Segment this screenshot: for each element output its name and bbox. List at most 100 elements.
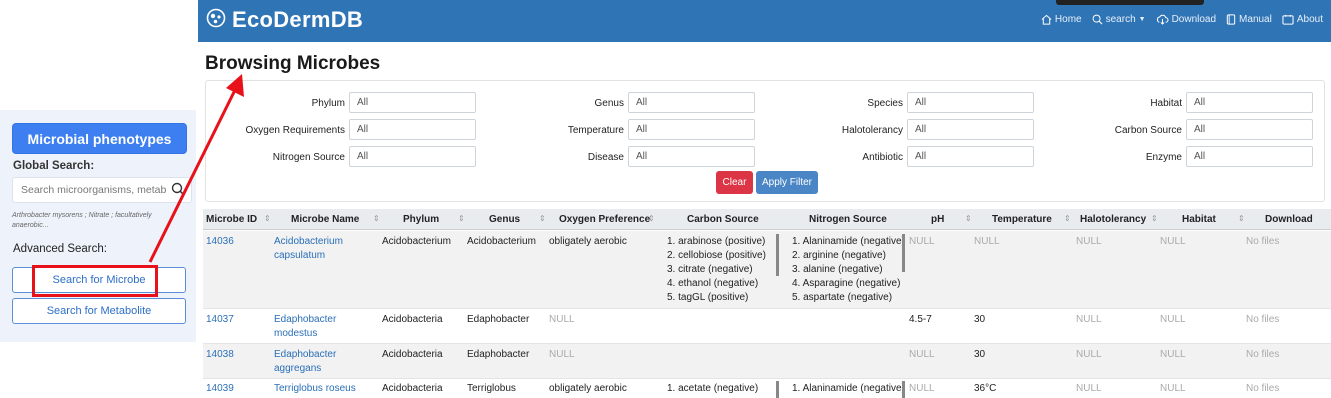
nav-manual[interactable]: Manual — [1226, 14, 1272, 25]
sort-icon[interactable]: ⇕ — [648, 214, 655, 223]
advanced-search-label: Advanced Search: — [13, 243, 107, 255]
cloud-download-icon — [1156, 14, 1169, 25]
habitat-cell: NULL — [1160, 236, 1186, 247]
halotolerancy-cell: NULL — [1076, 383, 1102, 394]
microbe-id-link[interactable]: 14037 — [206, 313, 234, 327]
col-header-nitrogen: Nitrogen Source — [809, 214, 887, 225]
microbe-id-link[interactable]: 14038 — [206, 348, 234, 362]
filter-input-habitat[interactable]: All — [1186, 92, 1313, 113]
list-item: 2. cellobiose (positive) — [667, 250, 766, 261]
filter-input-antibiotic[interactable]: All — [907, 146, 1034, 167]
nav-download[interactable]: Download — [1156, 14, 1216, 25]
filter-input-nitrogen-source[interactable]: All — [349, 146, 476, 167]
filter-label-phylum: Phylum — [311, 98, 345, 109]
col-header-genus[interactable]: Genus — [489, 214, 520, 225]
filter-input-species[interactable]: All — [907, 92, 1034, 113]
microbe-name-line: Acidobacterium — [274, 236, 343, 247]
navbar: EcoDermDB Home search ▼ Download Manual … — [198, 0, 1331, 42]
table-row: 14039 Terriglobus roseus Acidobacteria T… — [203, 379, 1331, 398]
temperature-cell: 30 — [974, 349, 986, 360]
microbe-name-link[interactable]: Edaphobacter aggregans — [274, 348, 336, 376]
sort-icon[interactable]: ⇕ — [458, 214, 465, 223]
list-item: 1. Alaninamide (negative) — [792, 236, 905, 247]
list-item: 1. acetate (negative) — [667, 383, 759, 394]
oxygen-cell: obligately aerobic — [549, 236, 627, 247]
sort-icon[interactable]: ⇕ — [373, 214, 380, 223]
nav-search[interactable]: search ▼ — [1092, 14, 1146, 25]
nav-download-label: Download — [1171, 14, 1217, 25]
nav-home-label: Home — [1054, 14, 1082, 25]
download-cell: No files — [1246, 314, 1280, 325]
col-header-ph[interactable]: pH — [931, 214, 944, 225]
clear-button[interactable]: Clear — [716, 171, 753, 194]
nitrogen-scrollbar[interactable] — [902, 381, 905, 398]
table-row: 14038 Edaphobacter aggregans Acidobacter… — [203, 344, 1331, 379]
apply-filter-button[interactable]: Apply Filter — [756, 171, 818, 194]
filter-label-carbon-source: Carbon Source — [1114, 125, 1182, 136]
carbon-scrollbar[interactable] — [776, 381, 779, 398]
list-item: 4. Asparagine (negative) — [792, 278, 901, 289]
col-header-carbon: Carbon Source — [687, 214, 759, 225]
microbe-id-link[interactable]: 14039 — [206, 382, 234, 396]
col-header-download: Download — [1265, 214, 1313, 225]
nitrogen-scrollbar[interactable] — [902, 234, 905, 272]
nav-about-label: About — [1296, 14, 1323, 25]
col-header-halotolerancy[interactable]: Halotolerancy — [1080, 214, 1146, 225]
search-metabolite-button[interactable]: Search for Metabolite — [12, 298, 186, 324]
filter-label-oxygen: Oxygen Requirements — [245, 125, 346, 136]
filter-input-enzyme[interactable]: All — [1186, 146, 1313, 167]
microbe-name-link[interactable]: Edaphobacter modestus — [274, 313, 336, 341]
list-item: 5. aspartate (negative) — [792, 292, 893, 303]
col-header-microbe-name[interactable]: Microbe Name — [291, 214, 359, 225]
nav-home[interactable]: Home — [1041, 14, 1082, 25]
global-search-input[interactable]: Search microorganisms, metab — [12, 177, 192, 203]
nav-manual-label: Manual — [1239, 14, 1272, 25]
microbe-id-link[interactable]: 14036 — [206, 235, 234, 249]
filter-label-genus: Genus — [594, 98, 624, 109]
filter-input-disease[interactable]: All — [628, 146, 755, 167]
col-header-temperature[interactable]: Temperature — [992, 214, 1052, 225]
sort-icon[interactable]: ⇕ — [1151, 214, 1158, 223]
microbe-name-link[interactable]: Acidobacterium capsulatum — [274, 235, 343, 263]
temperature-cell: 30 — [974, 314, 986, 325]
sort-icon[interactable]: ⇕ — [1064, 214, 1071, 223]
search-icon[interactable] — [171, 182, 185, 201]
filter-input-temperature[interactable]: All — [628, 119, 755, 140]
temperature-cell: NULL — [974, 236, 1000, 247]
list-item: 4. ethanol (negative) — [667, 278, 759, 289]
nav-search-label: search — [1105, 14, 1136, 25]
brand[interactable]: EcoDermDB — [206, 7, 363, 33]
microbe-name-line: aggregans — [274, 363, 322, 374]
microbe-name-line: capsulatum — [274, 250, 326, 261]
oxygen-cell: NULL — [549, 314, 575, 325]
col-header-microbe-id[interactable]: Microbe ID — [206, 214, 257, 225]
phylum-cell: Acidobacteria — [382, 314, 443, 325]
nav-about[interactable]: About — [1282, 14, 1323, 25]
download-cell: No files — [1246, 236, 1280, 247]
col-header-oxygen[interactable]: Oxygen Preference — [559, 214, 650, 225]
filter-input-halotolerancy[interactable]: All — [907, 119, 1034, 140]
list-item: 3. alanine (negative) — [792, 264, 883, 275]
carbon-source-list: 1. arabinose (positive) 2. cellobiose (p… — [667, 235, 766, 305]
carbon-scrollbar[interactable] — [776, 234, 779, 276]
sort-icon[interactable]: ⇕ — [539, 214, 546, 223]
list-item: 5. tagGL (positive) — [667, 292, 749, 303]
table-row: 14036 Acidobacterium capsulatum Acidobac… — [203, 231, 1331, 309]
col-header-habitat[interactable]: Habitat — [1182, 214, 1216, 225]
filter-input-oxygen[interactable]: All — [349, 119, 476, 140]
filter-input-genus[interactable]: All — [628, 92, 755, 113]
download-cell: No files — [1246, 383, 1280, 394]
sort-icon[interactable]: ⇕ — [264, 214, 271, 223]
side-panel: Microbial phenotypes Global Search: Sear… — [0, 110, 196, 342]
ph-cell: NULL — [909, 383, 935, 394]
microbial-phenotypes-button[interactable]: Microbial phenotypes — [12, 123, 187, 154]
phylum-cell: Acidobacterium — [382, 236, 451, 247]
filter-input-carbon-source[interactable]: All — [1186, 119, 1313, 140]
sort-icon[interactable]: ⇕ — [965, 214, 972, 223]
col-header-phylum[interactable]: Phylum — [403, 214, 439, 225]
sort-icon[interactable]: ⇕ — [1238, 214, 1245, 223]
microbe-name-link[interactable]: Terriglobus roseus — [274, 382, 356, 396]
oxygen-cell: obligately aerobic — [549, 383, 627, 394]
habitat-cell: NULL — [1160, 349, 1186, 360]
filter-input-phylum[interactable]: All — [349, 92, 476, 113]
